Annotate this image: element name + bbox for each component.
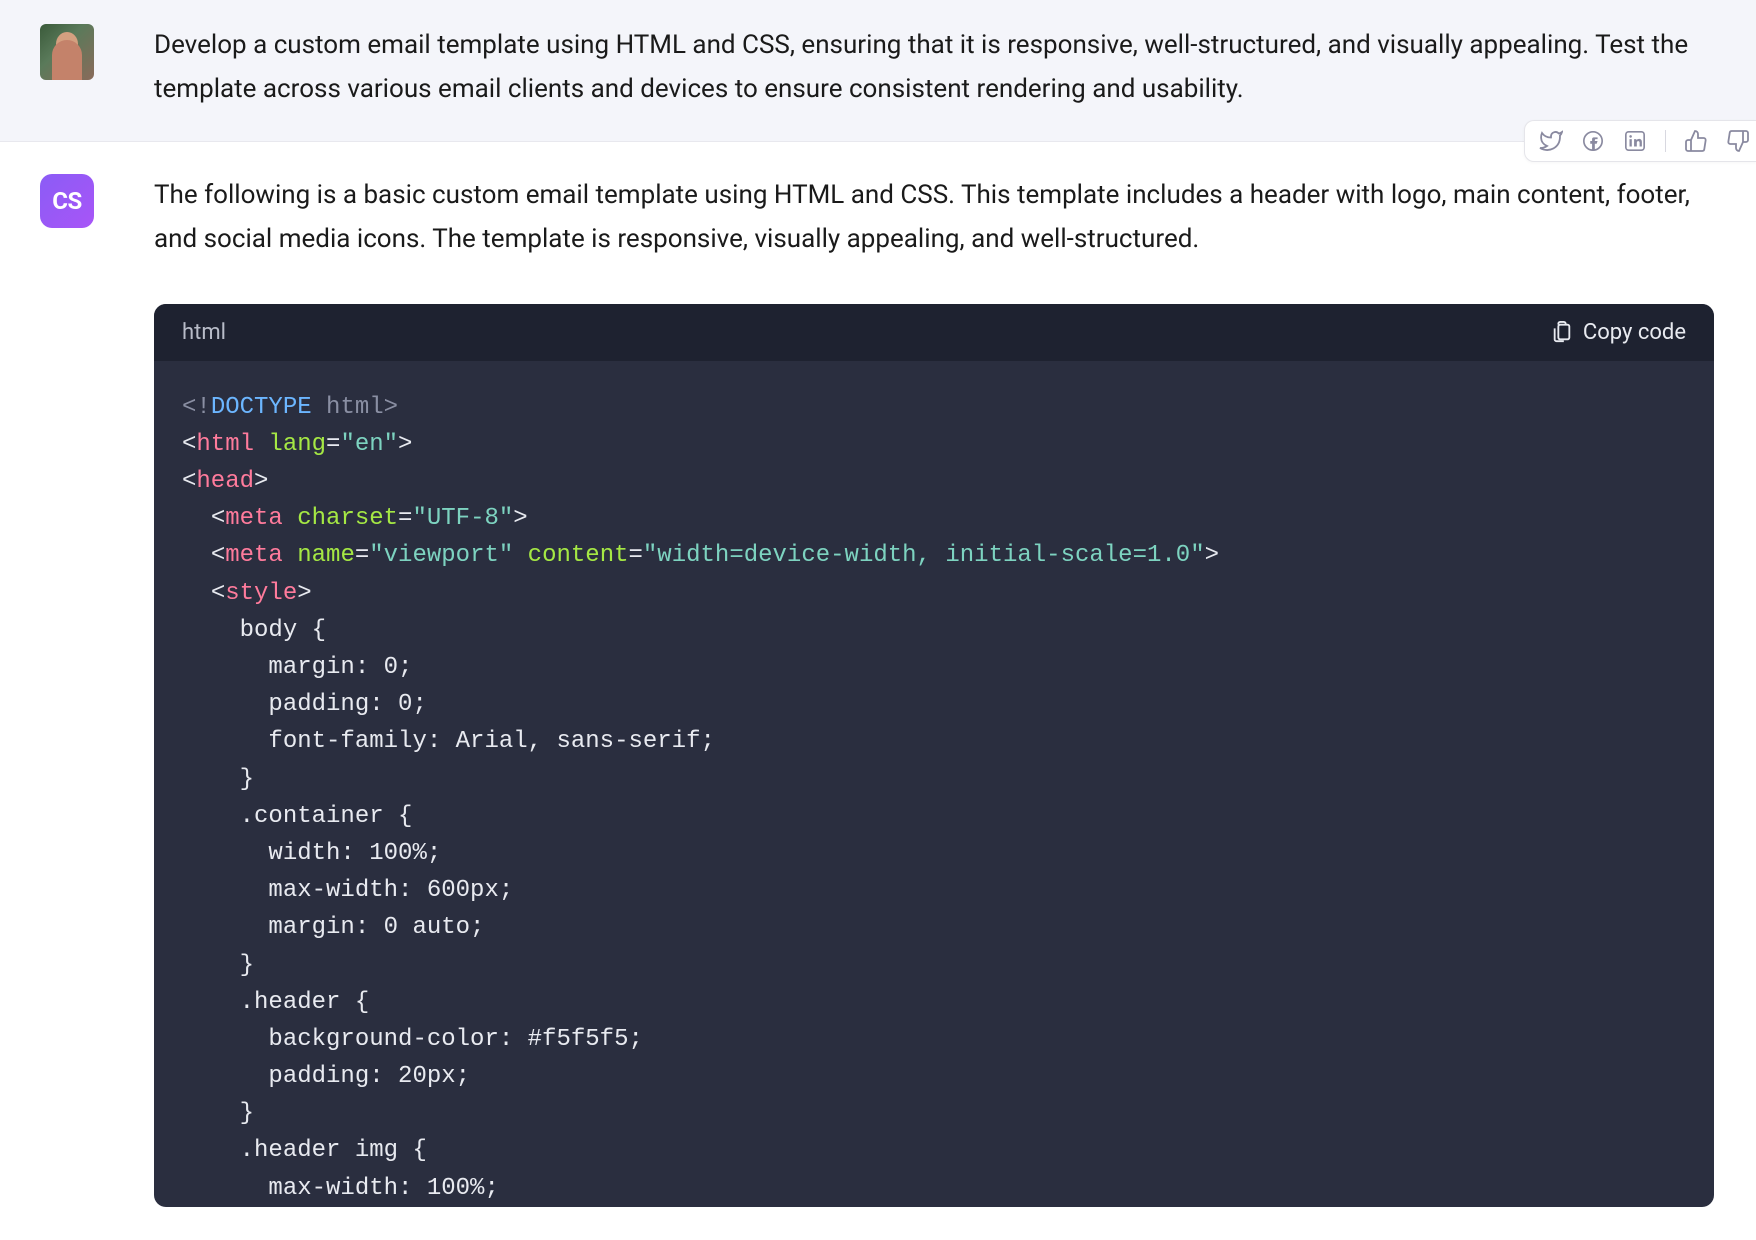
code-language-label: html	[182, 320, 226, 345]
user-message-content: Develop a custom email template using HT…	[154, 24, 1714, 111]
code-block: html Copy code <!DOCTYPE html> <html lan…	[154, 304, 1714, 1207]
linkedin-icon[interactable]	[1623, 129, 1647, 153]
assistant-message-content: The following is a basic custom email te…	[154, 174, 1714, 1206]
user-message-text: Develop a custom email template using HT…	[154, 24, 1714, 111]
assistant-avatar: CS	[40, 174, 94, 228]
share-toolbar	[1524, 120, 1756, 162]
assistant-badge-text: CS	[52, 187, 81, 215]
code-content[interactable]: <!DOCTYPE html> <html lang="en"> <head> …	[154, 361, 1714, 1207]
code-header: html Copy code	[154, 304, 1714, 361]
toolbar-divider	[1665, 130, 1666, 152]
copy-code-button[interactable]: Copy code	[1551, 320, 1686, 345]
user-avatar	[40, 24, 94, 80]
clipboard-icon	[1551, 321, 1573, 343]
twitter-icon[interactable]	[1539, 129, 1563, 153]
user-message-row: Develop a custom email template using HT…	[0, 0, 1756, 142]
facebook-icon[interactable]	[1581, 129, 1605, 153]
thumbs-up-icon[interactable]	[1684, 129, 1708, 153]
assistant-message-row: CS The following is a basic custom email…	[0, 142, 1756, 1206]
thumbs-down-icon[interactable]	[1726, 129, 1750, 153]
assistant-intro-text: The following is a basic custom email te…	[154, 174, 1714, 261]
copy-code-label: Copy code	[1583, 320, 1686, 345]
